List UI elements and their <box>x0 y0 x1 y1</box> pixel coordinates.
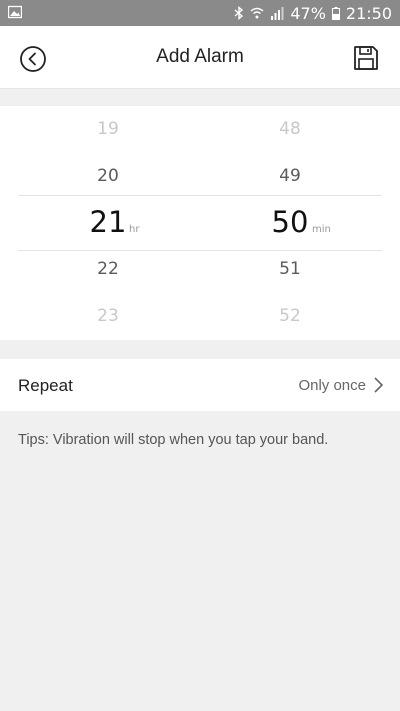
battery-percent: 47% <box>290 3 326 23</box>
hour-option[interactable]: 19 <box>48 119 168 139</box>
page-title: Add Alarm <box>156 46 244 67</box>
tips-text: Tips: Vibration will stop when you tap y… <box>18 432 329 448</box>
hour-option[interactable]: 20 <box>48 166 168 186</box>
hour-unit: hr <box>129 224 140 235</box>
hour-option[interactable]: 22 <box>48 259 168 279</box>
minute-option[interactable]: 49 <box>230 166 350 186</box>
hour-selected[interactable]: 21 <box>48 205 168 239</box>
bluetooth-icon <box>234 6 244 20</box>
minute-option[interactable]: 51 <box>230 259 350 279</box>
image-icon <box>8 5 22 19</box>
repeat-value: Only once <box>298 377 366 394</box>
header: Add Alarm <box>0 26 400 89</box>
minute-option[interactable]: 48 <box>230 119 350 139</box>
save-icon <box>354 46 378 70</box>
battery-icon <box>331 6 340 20</box>
minute-selected[interactable]: 50 <box>230 205 350 239</box>
wifi-icon <box>250 7 264 19</box>
save-button[interactable] <box>353 45 379 71</box>
hour-wheel[interactable]: 19 20 21 hr 22 23 <box>48 106 168 340</box>
time-picker: 19 20 21 hr 22 23 48 49 50 min 51 52 <box>0 106 400 340</box>
repeat-label: Repeat <box>18 376 73 395</box>
repeat-row[interactable]: Repeat Only once <box>0 359 400 411</box>
signal-icon <box>271 7 284 20</box>
minute-unit: min <box>312 224 331 235</box>
minute-wheel[interactable]: 48 49 50 min 51 52 <box>230 106 350 340</box>
chevron-right-icon <box>374 377 383 393</box>
status-bar: 47% 21:50 <box>0 0 400 26</box>
minute-option[interactable]: 52 <box>230 306 350 326</box>
hour-option[interactable]: 23 <box>48 306 168 326</box>
status-time: 21:50 <box>345 3 392 23</box>
